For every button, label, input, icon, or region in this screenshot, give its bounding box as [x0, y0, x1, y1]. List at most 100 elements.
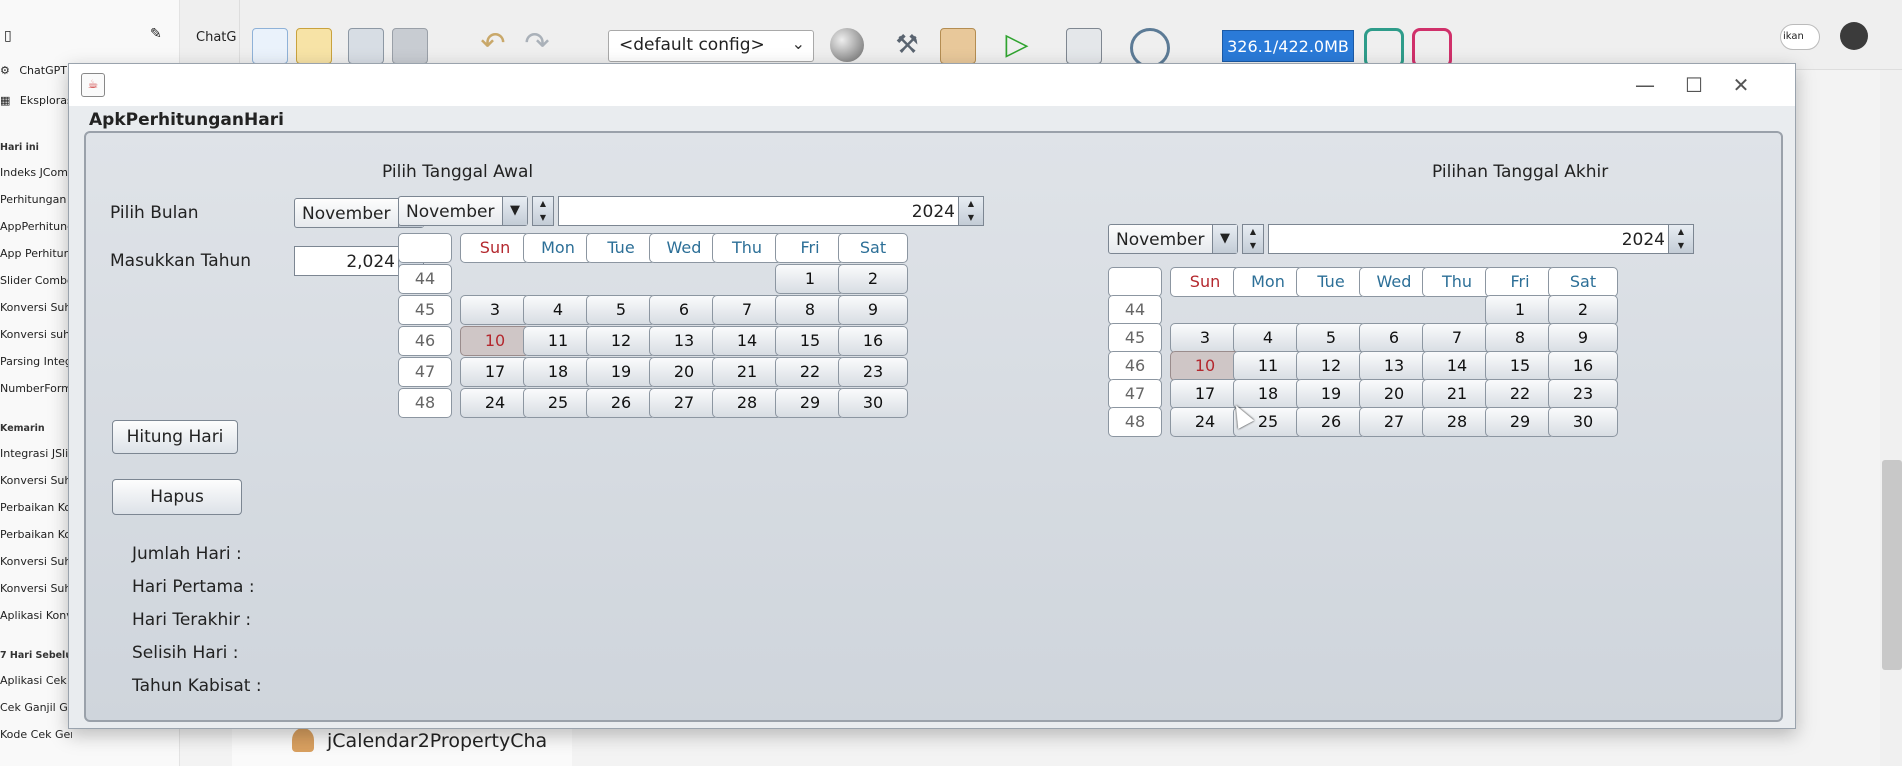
day-button[interactable]: 2	[1548, 295, 1618, 325]
day-button[interactable]: 22	[775, 357, 845, 387]
day-button[interactable]: 14	[1422, 351, 1492, 381]
day-button[interactable]: 8	[775, 295, 845, 325]
open-project-icon[interactable]	[348, 28, 384, 64]
day-button[interactable]: 27	[649, 388, 719, 418]
maximize-button[interactable]: ☐	[1671, 68, 1717, 102]
day-button[interactable]: 26	[586, 388, 656, 418]
day-button[interactable]: 27	[1359, 407, 1429, 437]
redo-icon[interactable]: ↷	[520, 28, 554, 62]
day-button[interactable]: 3	[460, 295, 530, 325]
spinner-arrows-icon[interactable]: ▲▼	[1668, 225, 1693, 253]
sidebar-history-item[interactable]: Aplikasi Konver	[0, 609, 72, 622]
day-button[interactable]: 21	[712, 357, 782, 387]
day-button[interactable]: 7	[1422, 323, 1492, 353]
day-button[interactable]: 29	[775, 388, 845, 418]
tree-item-label[interactable]: jCalendar2PropertyCha	[327, 730, 547, 752]
day-button[interactable]: 26	[1296, 407, 1366, 437]
sidebar-history-item[interactable]: Parsing Integer	[0, 355, 72, 368]
day-button[interactable]: 16	[838, 326, 908, 356]
day-button[interactable]: 28	[712, 388, 782, 418]
new-project-icon[interactable]	[296, 28, 332, 64]
day-button[interactable]: 12	[586, 326, 656, 356]
sidebar-history-item[interactable]: Perbaikan Kode	[0, 528, 72, 541]
sidebar-history-item[interactable]: AppPerhitunga	[0, 220, 72, 233]
month-spinner-icon[interactable]: ▲ ▼	[532, 196, 554, 226]
window-titlebar[interactable]: ☕ — ☐ ✕	[69, 64, 1795, 106]
day-button[interactable]: 15	[775, 326, 845, 356]
config-select[interactable]: <default config> ⌄	[608, 30, 814, 62]
memory-indicator[interactable]: 326.1/422.0MB	[1222, 30, 1354, 62]
day-button[interactable]: 16	[1548, 351, 1618, 381]
spinner-arrows-icon[interactable]: ▲▼	[958, 197, 983, 225]
day-button[interactable]: 19	[1296, 379, 1366, 409]
day-button[interactable]: 17	[1170, 379, 1240, 409]
hitung-hari-button[interactable]: Hitung Hari	[112, 420, 238, 454]
day-button[interactable]: 20	[649, 357, 719, 387]
sidebar-item-chatgpt[interactable]: ⚙ ChatGPT	[0, 64, 72, 77]
sidebar-history-item[interactable]: Indeks JCombo	[0, 166, 72, 179]
sidebar-history-item[interactable]: Kode Cek Genap Ganjil	[0, 728, 72, 741]
day-button[interactable]: 15	[1485, 351, 1555, 381]
run-icon[interactable]: ▷	[1000, 28, 1034, 62]
day-button[interactable]: 24	[460, 388, 530, 418]
sidebar-item-eksplorasi[interactable]: ▦ Eksploras	[0, 94, 72, 107]
day-button[interactable]: 6	[649, 295, 719, 325]
day-button[interactable]: 19	[586, 357, 656, 387]
cal-awal-year-spinner[interactable]: 2024 ▲ ▼	[558, 196, 984, 226]
sidebar-history-item[interactable]: Perhitungan Ha	[0, 193, 72, 206]
day-button[interactable]: 4	[1233, 323, 1303, 353]
day-button[interactable]: 13	[1359, 351, 1429, 381]
day-button[interactable]: 29	[1485, 407, 1555, 437]
sidebar-history-item[interactable]: Integrasi JSlider	[0, 447, 72, 460]
share-button[interactable]: ikan	[1780, 24, 1820, 50]
day-button[interactable]: 22	[1485, 379, 1555, 409]
day-button[interactable]: 11	[1233, 351, 1303, 381]
sidebar-toggle-icon[interactable]: ▯	[4, 28, 12, 44]
gc-icon[interactable]	[1364, 28, 1404, 68]
scrollbar[interactable]	[1882, 460, 1902, 670]
cal-awal-month-select[interactable]: November ▼	[398, 196, 528, 226]
hammer-icon[interactable]: ⚒	[890, 28, 924, 62]
sidebar-history-item[interactable]: Konversi Suhu G	[0, 555, 72, 568]
hapus-button[interactable]: Hapus	[112, 479, 242, 515]
day-button[interactable]: 23	[1548, 379, 1618, 409]
day-button[interactable]: 25	[523, 388, 593, 418]
day-button[interactable]: 5	[1296, 323, 1366, 353]
day-button[interactable]: 5	[586, 295, 656, 325]
day-button[interactable]: 13	[649, 326, 719, 356]
day-button[interactable]: 28	[1422, 407, 1492, 437]
globe-icon[interactable]	[830, 28, 864, 62]
day-button[interactable]: 21	[1422, 379, 1492, 409]
new-file-icon[interactable]	[252, 28, 288, 64]
sidebar-history-item[interactable]: Konversi Suhu G	[0, 474, 72, 487]
chat-tab[interactable]: ✎ ChatG	[150, 0, 240, 70]
day-button[interactable]: 30	[838, 388, 908, 418]
edit-icon[interactable]: ✎	[150, 26, 162, 42]
day-button[interactable]: 14	[712, 326, 782, 356]
debug-icon[interactable]	[1066, 28, 1102, 64]
day-button[interactable]: 3	[1170, 323, 1240, 353]
day-button[interactable]: 20	[1359, 379, 1429, 409]
sidebar-history-item[interactable]: Perbaikan Konv	[0, 501, 72, 514]
sidebar-history-item[interactable]: App Perhitunga	[0, 247, 72, 260]
sidebar-history-item[interactable]: Konversi suhu d	[0, 328, 72, 341]
gc-stop-icon[interactable]	[1412, 28, 1452, 68]
day-button[interactable]: 10	[460, 326, 530, 356]
day-button[interactable]: 12	[1296, 351, 1366, 381]
close-button[interactable]: ✕	[1718, 68, 1764, 102]
day-button[interactable]: 6	[1359, 323, 1429, 353]
day-button[interactable]: 18	[523, 357, 593, 387]
month-spinner-icon[interactable]: ▲ ▼	[1242, 224, 1264, 254]
sidebar-history-item[interactable]: Konversi Suhu J	[0, 301, 72, 314]
sidebar-history-item[interactable]: Slider ComboBc	[0, 274, 72, 287]
save-all-icon[interactable]	[392, 28, 428, 64]
day-button[interactable]: 1	[1485, 295, 1555, 325]
avatar[interactable]	[1840, 22, 1868, 50]
minimize-button[interactable]: —	[1622, 68, 1668, 102]
day-button[interactable]: 8	[1485, 323, 1555, 353]
day-button[interactable]: 11	[523, 326, 593, 356]
day-button[interactable]: 30	[1548, 407, 1618, 437]
day-button[interactable]: 7	[712, 295, 782, 325]
day-button[interactable]: 9	[838, 295, 908, 325]
sidebar-history-item[interactable]: Cek Ganjil Gena	[0, 701, 72, 714]
